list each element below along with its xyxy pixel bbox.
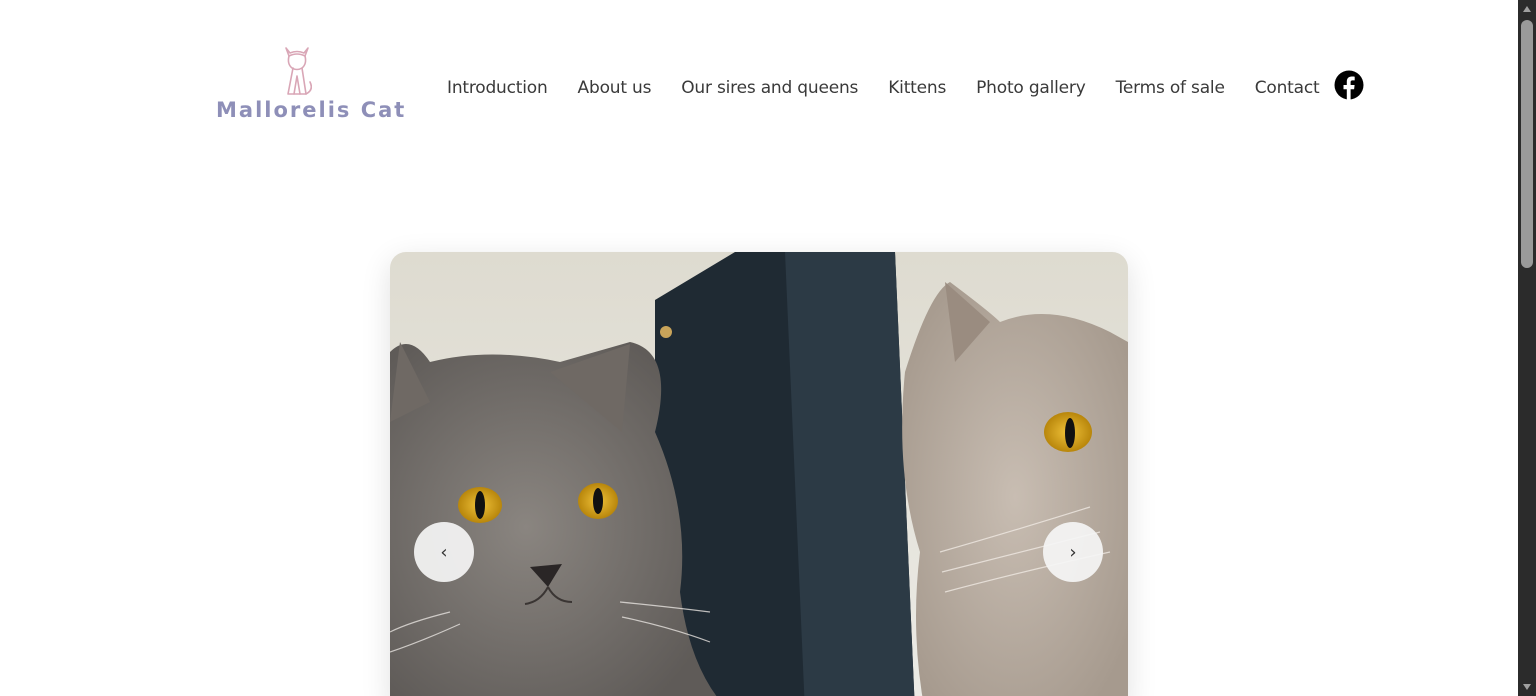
nav-item-contact[interactable]: Contact bbox=[1255, 78, 1320, 98]
nav-item-sires-queens[interactable]: Our sires and queens bbox=[681, 78, 858, 98]
nav-item-introduction[interactable]: Introduction bbox=[447, 78, 548, 98]
site-header: Mallorelis Cat Introduction About us Our… bbox=[0, 0, 1518, 150]
slider-prev-button[interactable]: ‹ bbox=[414, 522, 474, 582]
nav-item-photo-gallery[interactable]: Photo gallery bbox=[976, 78, 1086, 98]
cat-outline-icon bbox=[285, 47, 312, 95]
main-nav: Introduction About us Our sires and quee… bbox=[447, 78, 1320, 98]
vertical-scrollbar[interactable] bbox=[1518, 0, 1536, 696]
triangle-up-icon[interactable] bbox=[1518, 0, 1536, 18]
nav-item-about-us[interactable]: About us bbox=[578, 78, 652, 98]
scroll-thumb[interactable] bbox=[1521, 20, 1533, 268]
brand-name: Mallorelis Cat bbox=[216, 98, 407, 122]
nav-item-terms-of-sale[interactable]: Terms of sale bbox=[1116, 78, 1225, 98]
facebook-icon[interactable] bbox=[1334, 70, 1364, 100]
site-logo[interactable]: Mallorelis Cat bbox=[216, 44, 404, 124]
triangle-down-icon[interactable] bbox=[1518, 678, 1536, 696]
slider-next-button[interactable]: › bbox=[1043, 522, 1103, 582]
cats-photo bbox=[390, 252, 1128, 696]
image-slider: ‹ › bbox=[390, 252, 1128, 696]
nav-item-kittens[interactable]: Kittens bbox=[888, 78, 946, 98]
